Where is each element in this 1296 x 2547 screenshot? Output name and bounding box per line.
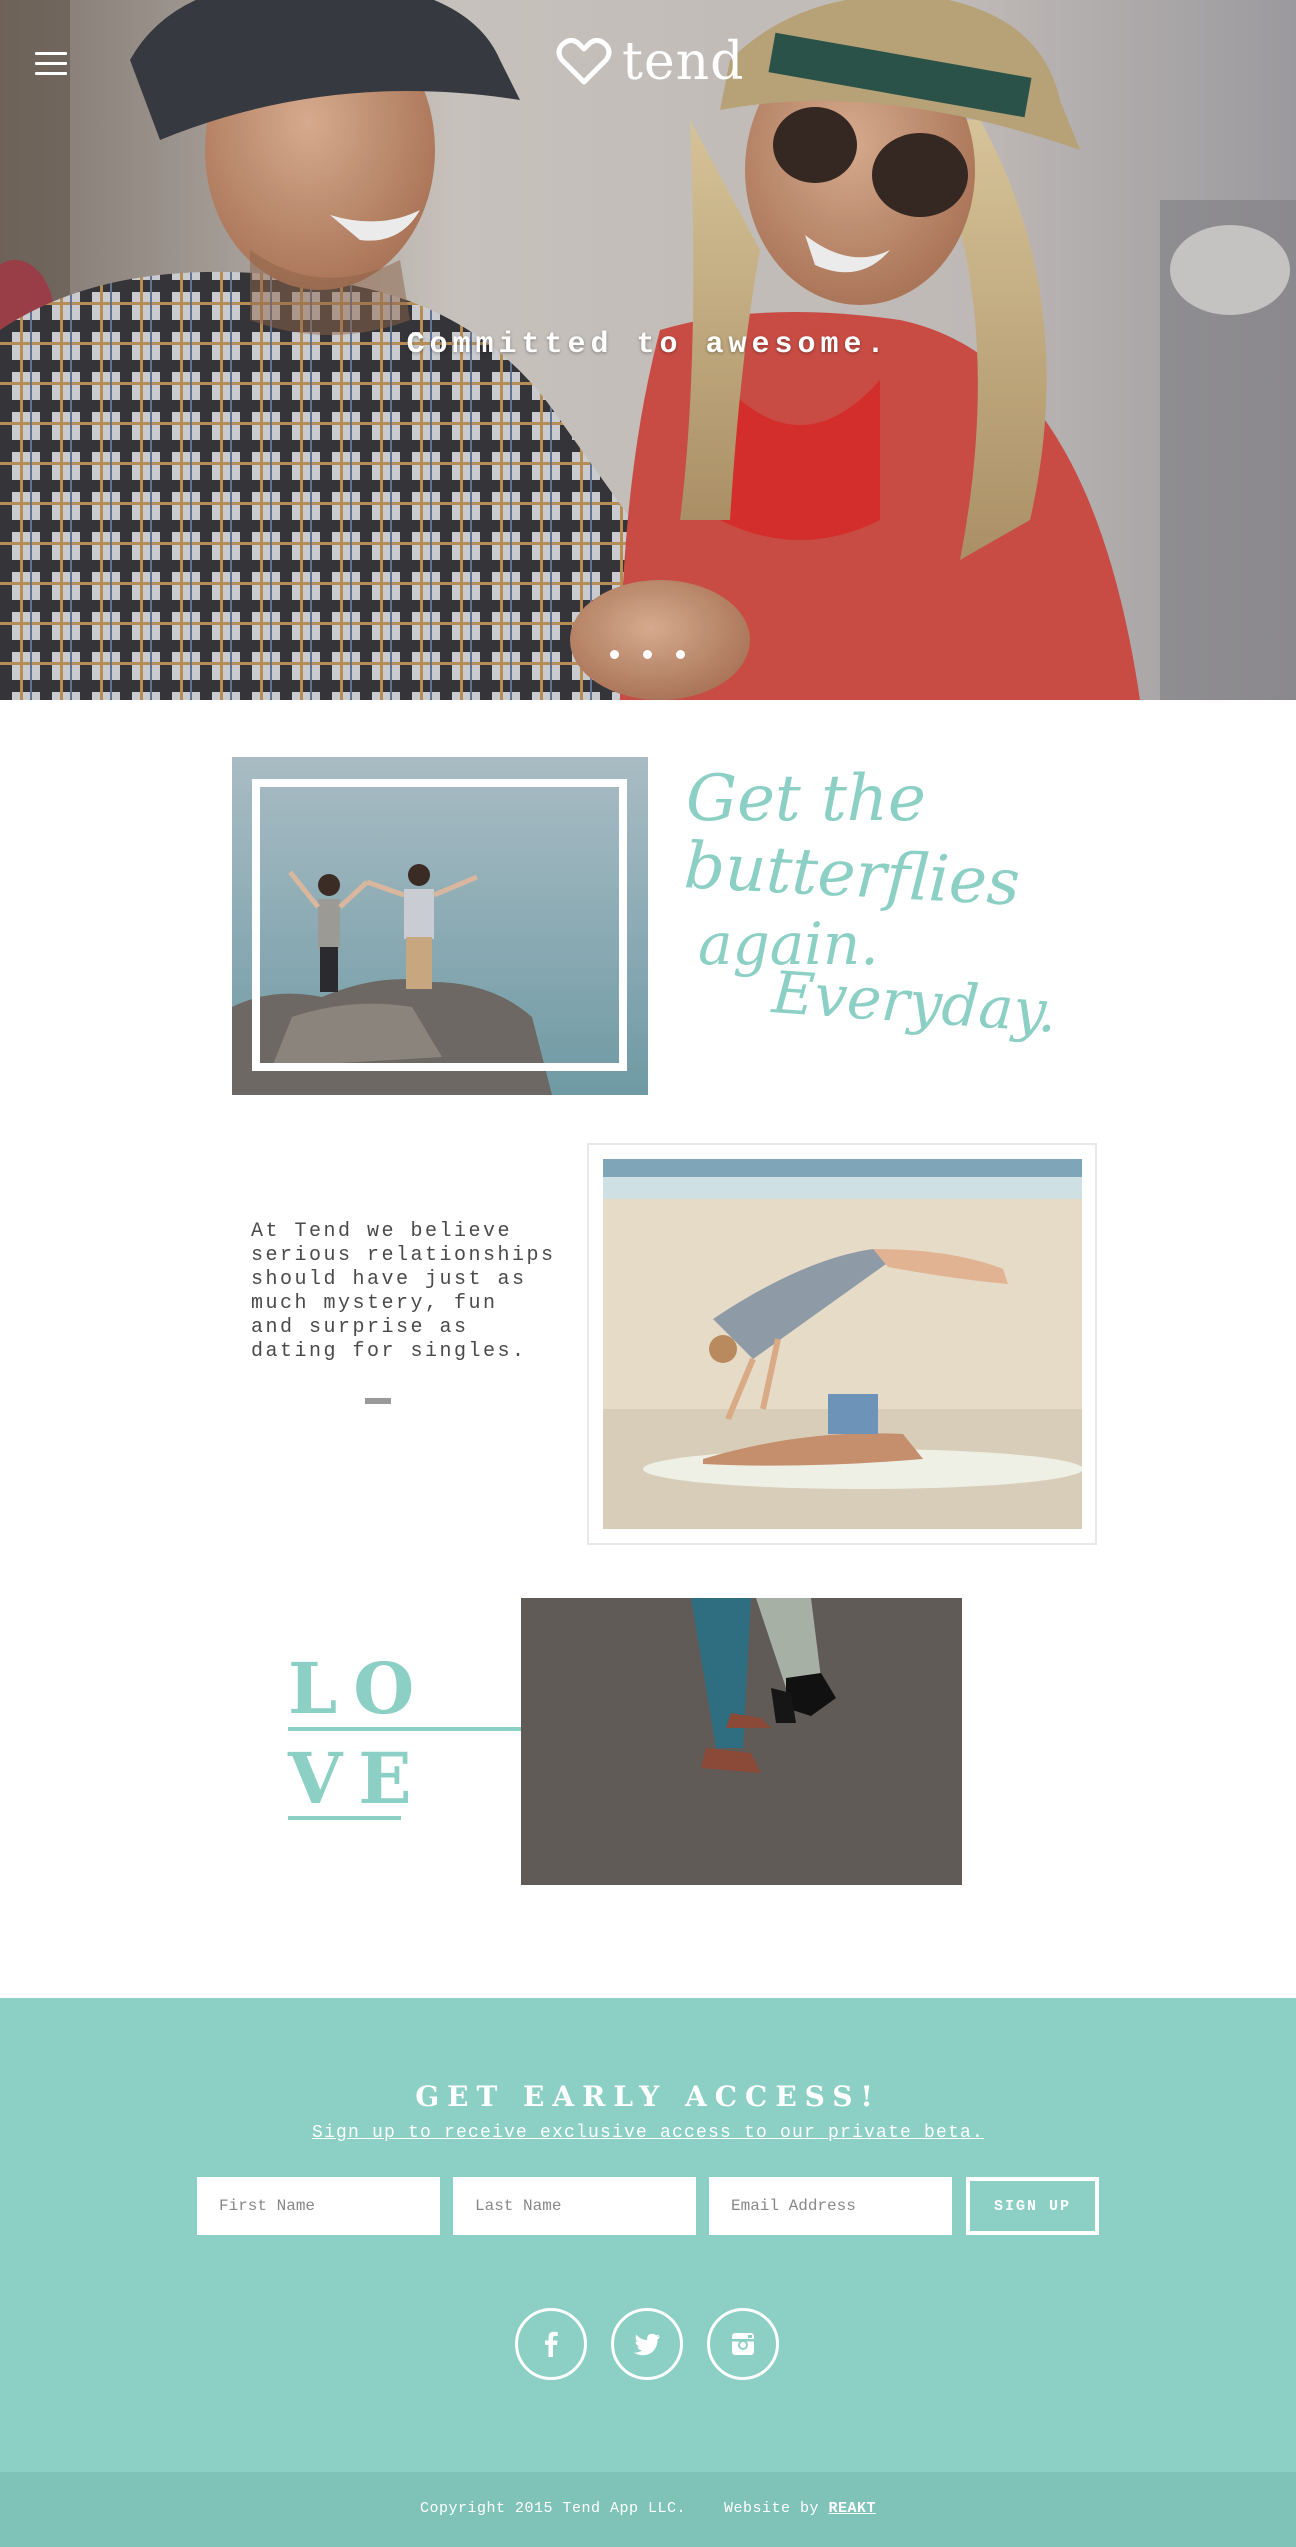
reakt-link[interactable]: REAKT bbox=[829, 2500, 877, 2517]
script-line-1: Get the bbox=[686, 762, 926, 836]
early-access-section: GET EARLY ACCESS! Sign up to receive exc… bbox=[0, 1998, 1296, 2472]
twitter-icon bbox=[634, 2333, 660, 2356]
carousel-dot-1[interactable] bbox=[610, 650, 619, 659]
cliff-couple-photo bbox=[232, 757, 648, 1095]
footer: Copyright 2015 Tend App LLC. Website by … bbox=[0, 2472, 1296, 2547]
hamburger-icon bbox=[35, 52, 67, 55]
kissing-feet-photo bbox=[521, 1598, 962, 1885]
love-heading-line-1: LO bbox=[288, 1647, 431, 1730]
about-text: At Tend we believe serious relationships… bbox=[251, 1220, 556, 1363]
hero-banner: tend Committed to awesome. bbox=[0, 0, 1296, 700]
heart-outline-icon bbox=[556, 38, 612, 85]
beach-acro-photo bbox=[603, 1159, 1082, 1529]
hero-tagline: Committed to awesome. bbox=[406, 328, 890, 362]
signup-subtitle: Sign up to receive exclusive access to o… bbox=[311, 2123, 985, 2143]
credit-prefix: Website by bbox=[724, 2500, 820, 2517]
instagram-button[interactable] bbox=[707, 2308, 779, 2380]
love-heading-line-2: VE bbox=[288, 1737, 428, 1820]
photo-frame bbox=[252, 779, 627, 1071]
copyright-text: Copyright 2015 Tend App LLC. bbox=[419, 2500, 686, 2517]
signup-title: GET EARLY ACCESS! bbox=[415, 2080, 881, 2113]
menu-button[interactable] bbox=[35, 52, 67, 78]
beach-photo-card bbox=[587, 1143, 1097, 1545]
script-line-2: butterflies bbox=[682, 829, 1022, 921]
last-name-field[interactable] bbox=[453, 2177, 696, 2235]
email-field[interactable] bbox=[709, 2177, 952, 2235]
script-line-4: Everyday. bbox=[769, 958, 1060, 1046]
twitter-button[interactable] bbox=[611, 2308, 683, 2380]
footer-text: Copyright 2015 Tend App LLC. Website by … bbox=[0, 2500, 1296, 2517]
logo-text: tend bbox=[622, 32, 745, 92]
carousel-dot-3[interactable] bbox=[676, 650, 685, 659]
divider-dash bbox=[365, 1398, 391, 1404]
carousel-dot-2[interactable] bbox=[643, 650, 652, 659]
carousel-dots bbox=[610, 650, 685, 659]
butterflies-script: Get the butterflies again. Everyday. bbox=[682, 762, 1059, 1062]
sign-up-button[interactable]: SIGN UP bbox=[966, 2177, 1099, 2235]
facebook-icon bbox=[545, 2331, 558, 2357]
instagram-icon bbox=[732, 2333, 754, 2355]
first-name-field[interactable] bbox=[197, 2177, 440, 2235]
logo[interactable]: tend bbox=[556, 36, 744, 88]
facebook-button[interactable] bbox=[515, 2308, 587, 2380]
love-underline-2 bbox=[288, 1816, 401, 1820]
